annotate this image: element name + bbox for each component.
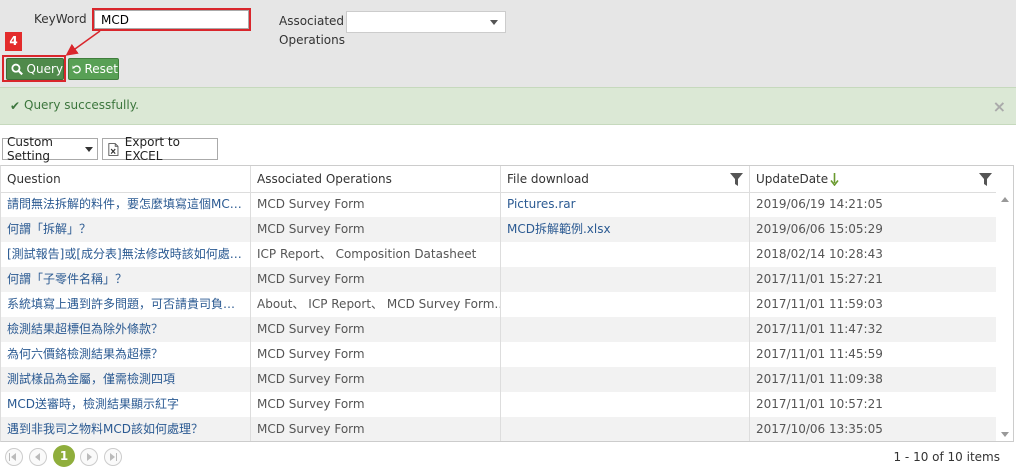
file-download-link[interactable]: MCD拆解範例.xlsx — [501, 217, 750, 242]
question-link[interactable]: 系統填寫上遇到許多問題，可否請貴司負… — [1, 292, 251, 317]
update-date-cell: 2017/11/01 15:27:21 — [750, 267, 998, 292]
associated-operations-cell: MCD Survey Form — [251, 192, 501, 217]
update-date-cell: 2017/11/01 10:57:21 — [750, 392, 998, 417]
first-page-button[interactable] — [5, 448, 23, 466]
next-page-button[interactable] — [80, 448, 98, 466]
associated-operations-cell: ICP Report、 Composition Datasheet — [251, 242, 501, 267]
column-header-update-date[interactable]: UpdateDate — [750, 166, 998, 192]
last-page-icon — [110, 453, 115, 461]
pager-info: 1 - 10 of 10 items — [893, 450, 1000, 464]
reset-button[interactable]: Reset — [68, 58, 119, 80]
associated-operations-cell: MCD Survey Form — [251, 367, 501, 392]
file-download-cell — [501, 317, 750, 342]
question-link[interactable]: 為何六價鉻檢測結果為超標？ — [1, 342, 251, 367]
previous-page-button[interactable] — [29, 448, 47, 466]
close-icon[interactable]: × — [993, 97, 1006, 116]
table-row[interactable]: 遇到非我司之物料MCD該如何處理？ MCD Survey Form 2017/1… — [1, 417, 998, 441]
export-excel-button[interactable]: Export to EXCEL — [102, 135, 218, 163]
file-download-cell — [501, 367, 750, 392]
sort-descending-icon — [830, 173, 839, 186]
associated-operations-cell: MCD Survey Form — [251, 417, 501, 441]
question-link[interactable]: 何謂「子零件名稱」？ — [1, 267, 251, 292]
update-date-cell: 2019/06/19 14:21:05 — [750, 192, 998, 217]
question-link[interactable]: MCD送審時，檢測結果顯示紅字 — [1, 392, 251, 417]
update-date-cell: 2017/11/01 11:45:59 — [750, 342, 998, 367]
update-date-cell: 2017/11/01 11:59:03 — [750, 292, 998, 317]
associated-operations-cell: MCD Survey Form — [251, 342, 501, 367]
table-row[interactable]: 檢測結果超標但為除外條款？ MCD Survey Form 2017/11/01… — [1, 317, 998, 342]
step-number-badge: 4 — [5, 32, 22, 51]
grid-toolbar: Custom Setting Export to EXCEL — [0, 135, 1016, 163]
associated-operations-cell: MCD Survey Form — [251, 392, 501, 417]
file-download-link[interactable]: Pictures.rar — [501, 192, 750, 217]
success-alert: ✔ Query successfully. × — [0, 87, 1016, 125]
column-header-associated-operations[interactable]: Associated Operations — [251, 166, 501, 192]
update-date-cell: 2017/10/06 13:35:05 — [750, 417, 998, 441]
last-page-button[interactable] — [104, 448, 122, 466]
excel-file-icon — [108, 142, 119, 156]
table-row[interactable]: MCD送審時，檢測結果顯示紅字 MCD Survey Form 2017/11/… — [1, 392, 998, 417]
grid-header: Question Associated Operations File down… — [1, 166, 1013, 193]
table-row[interactable]: 何謂「拆解」？ MCD Survey Form MCD拆解範例.xlsx 201… — [1, 217, 998, 242]
keyword-label: KeyWord — [34, 12, 87, 26]
question-link[interactable]: 何謂「拆解」？ — [1, 217, 251, 242]
column-header-question[interactable]: Question — [1, 166, 251, 192]
bar-icon — [9, 453, 10, 461]
associated-operations-select[interactable] — [346, 11, 506, 33]
table-row[interactable]: 何謂「子零件名稱」？ MCD Survey Form 2017/11/01 15… — [1, 267, 998, 292]
question-link[interactable]: 遇到非我司之物料MCD該如何處理？ — [1, 417, 251, 441]
associated-operations-cell: MCD Survey Form — [251, 317, 501, 342]
vertical-scrollbar[interactable] — [996, 192, 1013, 441]
faq-grid: Question Associated Operations File down… — [0, 165, 1014, 442]
file-download-cell — [501, 242, 750, 267]
update-date-cell: 2017/11/01 11:47:32 — [750, 317, 998, 342]
table-row[interactable]: 為何六價鉻檢測結果為超標？ MCD Survey Form 2017/11/01… — [1, 342, 998, 367]
keyword-input-highlight — [92, 8, 251, 31]
table-row[interactable]: 系統填寫上遇到許多問題，可否請貴司負… About、 ICP Report、 M… — [1, 292, 998, 317]
associated-operations-label: Associated Operations — [279, 14, 345, 47]
associated-operations-cell: About、 ICP Report、 MCD Survey Form… — [251, 292, 501, 317]
table-row[interactable]: 測試樣品為金屬，僅需檢測四項 MCD Survey Form 2017/11/0… — [1, 367, 998, 392]
checkmark-icon: ✔ — [10, 99, 21, 113]
file-download-cell — [501, 292, 750, 317]
previous-page-icon — [35, 453, 40, 461]
search-icon — [11, 63, 23, 75]
query-button[interactable]: Query — [6, 58, 64, 80]
filter-icon[interactable] — [730, 173, 743, 186]
associated-operations-cell: MCD Survey Form — [251, 267, 501, 292]
question-link[interactable]: 請問無法拆解的料件，要怎麼填寫這個MC… — [1, 192, 251, 217]
update-date-cell: 2019/06/06 15:05:29 — [750, 217, 998, 242]
question-link[interactable]: [測試報告]或[成分表]無法修改時該如何處… — [1, 242, 251, 267]
undo-icon — [72, 64, 81, 73]
scroll-down-icon[interactable] — [1001, 432, 1009, 437]
keyword-input[interactable] — [94, 10, 249, 29]
file-download-cell — [501, 342, 750, 367]
table-row[interactable]: [測試報告]或[成分表]無法修改時該如何處… ICP Report、 Compo… — [1, 242, 998, 267]
filter-icon[interactable] — [979, 173, 992, 186]
alert-message: Query successfully. — [24, 98, 139, 112]
file-download-cell — [501, 417, 750, 441]
table-row[interactable]: 請問無法拆解的料件，要怎麼填寫這個MC… MCD Survey Form Pic… — [1, 192, 998, 217]
column-header-file-download[interactable]: File download — [501, 166, 750, 192]
current-page-button[interactable]: 1 — [53, 445, 75, 467]
custom-setting-dropdown[interactable]: Custom Setting — [2, 135, 98, 163]
search-panel: KeyWord Associated Operations 4 Query Re… — [0, 0, 1016, 87]
bar-icon — [116, 453, 117, 461]
next-page-icon — [87, 453, 92, 461]
chevron-down-icon — [490, 20, 498, 25]
first-page-icon — [11, 453, 16, 461]
scroll-up-icon[interactable] — [1001, 197, 1009, 202]
question-link[interactable]: 測試樣品為金屬，僅需檢測四項 — [1, 367, 251, 392]
question-link[interactable]: 檢測結果超標但為除外條款？ — [1, 317, 251, 342]
file-download-cell — [501, 267, 750, 292]
chevron-down-icon — [85, 146, 93, 152]
associated-operations-cell: MCD Survey Form — [251, 217, 501, 242]
update-date-cell: 2018/02/14 10:28:43 — [750, 242, 998, 267]
pagination: 1 1 - 10 of 10 items — [0, 444, 1016, 474]
file-download-cell — [501, 392, 750, 417]
update-date-cell: 2017/11/01 11:09:38 — [750, 367, 998, 392]
